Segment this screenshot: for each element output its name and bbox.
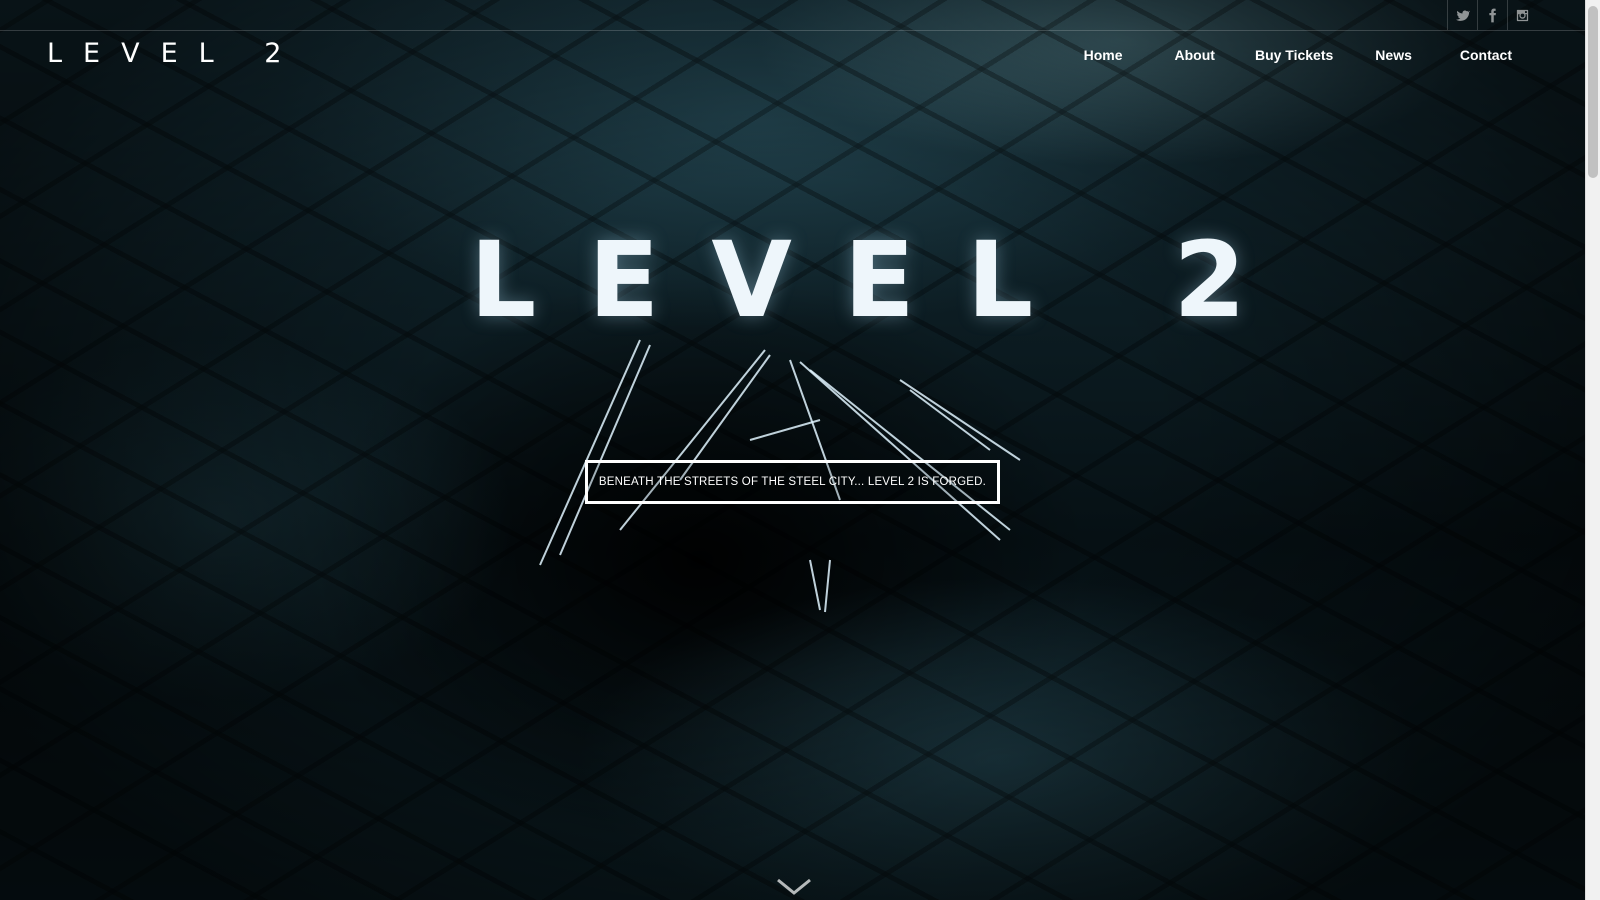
facebook-icon[interactable] — [1477, 0, 1507, 30]
nav-buy-tickets[interactable]: Buy Tickets — [1235, 44, 1353, 66]
hero-title: LEVEL 2 — [470, 219, 1298, 341]
twitter-icon[interactable] — [1447, 0, 1477, 30]
scrollbar-thumb[interactable] — [1588, 6, 1598, 178]
social-icons — [1447, 0, 1537, 30]
nav-home[interactable]: Home — [1064, 44, 1143, 66]
page-scrollbar[interactable] — [1585, 0, 1600, 900]
social-bar — [0, 0, 1585, 31]
site-logo[interactable]: LEVEL 2 — [47, 38, 302, 69]
tagline-button[interactable]: BENEATH THE STREETS OF THE STEEL CITY...… — [585, 460, 1000, 504]
nav-contact[interactable]: Contact — [1440, 44, 1532, 66]
nav-news[interactable]: News — [1355, 44, 1432, 66]
chevron-down-icon[interactable] — [776, 876, 812, 896]
instagram-icon[interactable] — [1507, 0, 1537, 30]
hero-background — [0, 0, 1585, 900]
main-nav: Home About Buy Tickets News Contact — [1064, 44, 1532, 66]
nav-about[interactable]: About — [1155, 44, 1235, 66]
